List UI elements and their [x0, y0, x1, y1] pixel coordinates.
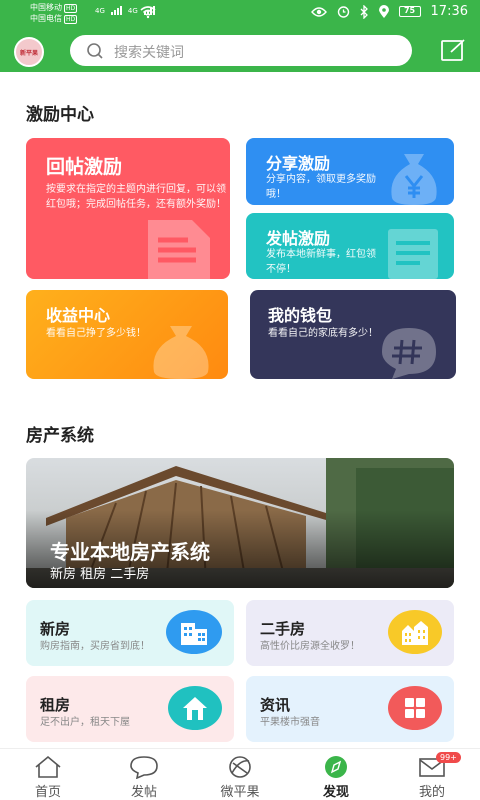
reply-incentive-title: 回帖激励: [46, 156, 123, 178]
chat-bubble-icon: [130, 756, 158, 779]
location-icon: [378, 4, 389, 18]
tab-weipingguo-label: 微平果: [220, 785, 260, 800]
carrier-2: 中国电信: [30, 14, 62, 23]
my-wallet-title: 我的钱包: [268, 306, 333, 325]
new-house-tile[interactable]: 新房 购房指南，买房省到底！: [26, 600, 234, 666]
share-incentive-desc: 分享内容，领取更多奖励哦！: [266, 174, 376, 200]
tab-weipingguo[interactable]: 微平果: [192, 749, 288, 800]
document-icon: [388, 229, 438, 279]
post-incentive-desc: 发布本地新鲜事，红包领不停！: [266, 249, 376, 275]
alarm-icon: [337, 6, 349, 18]
second-hand-desc: 高性价比房源全收罗！: [260, 641, 360, 652]
tab-discover[interactable]: 发现: [288, 749, 384, 800]
new-house-desc: 购房指南，买房省到底！: [40, 641, 150, 652]
bluetooth-icon: [360, 4, 368, 19]
income-center-title: 收益中心: [46, 306, 111, 325]
reply-incentive-desc: 按要求在指定的主题内进行回复，可以领红包哦；完成回帖任务，还有额外奖励！: [46, 184, 226, 210]
tab-post[interactable]: 发帖: [96, 749, 192, 800]
wifi-icon: [140, 6, 156, 19]
news-tile[interactable]: 资讯 平果楼市强音: [246, 676, 454, 742]
new-house-title: 新房: [40, 620, 71, 638]
eye-icon: [310, 6, 327, 17]
tab-home-label: 首页: [34, 785, 61, 800]
banner-title: 专业本地房产系统: [50, 540, 210, 564]
rent-title: 租房: [40, 696, 71, 714]
banner-subtitle: 新房 租房 二手房: [50, 567, 150, 582]
rent-desc: 足不出户，租天下屋: [40, 717, 130, 728]
post-incentive-card[interactable]: 发帖激励 发布本地新鲜事，红包领不停！: [246, 213, 454, 279]
grid-icon: [388, 686, 442, 730]
reply-incentive-card[interactable]: 回帖激励 按要求在指定的主题内进行回复，可以领红包哦；完成回帖任务，还有额外奖励…: [26, 138, 230, 279]
tab-discover-label: 发现: [322, 785, 349, 800]
carrier-1: 中国移动: [30, 3, 62, 12]
hd-badge-2: HD: [64, 15, 78, 24]
top-header: 新平果 搜索关键词: [0, 28, 480, 72]
rent-tile[interactable]: 租房 足不出户，租天下屋: [26, 676, 234, 742]
my-wallet-desc: 看看自己的家底有多少！: [268, 328, 378, 339]
news-title: 资讯: [260, 696, 291, 714]
building-icon: [166, 610, 222, 654]
carrier-info: 中国移动 HD 中国电信 HD: [30, 2, 78, 24]
apartment-icon: [388, 610, 442, 654]
tab-post-label: 发帖: [130, 785, 157, 800]
money-bag-icon: [391, 154, 437, 205]
avatar-text: 新平果: [19, 49, 38, 57]
tab-mine[interactable]: 99+ 我的: [384, 749, 480, 800]
clock: 17:36: [430, 4, 468, 19]
post-incentive-title: 发帖激励: [266, 229, 331, 248]
news-desc: 平果楼市强音: [260, 717, 320, 728]
status-bar: 中国移动 HD 中国电信 HD 4G 4G 75 17:36: [0, 0, 480, 28]
message-badge: 99+: [436, 752, 461, 763]
compose-icon[interactable]: [440, 38, 466, 62]
network-type-1: 4G: [95, 7, 105, 15]
incentive-section-title: 激励中心: [26, 105, 94, 125]
bottom-tab-bar: 首页 发帖 微平果 发现 99+ 我的: [0, 748, 480, 800]
network-type-2: 4G: [127, 7, 138, 15]
tab-home[interactable]: 首页: [0, 749, 96, 800]
my-wallet-card[interactable]: 我的钱包 看看自己的家底有多少！: [250, 290, 456, 379]
tab-mine-label: 我的: [418, 785, 445, 800]
income-center-card[interactable]: 收益中心 看看自己挣了多少钱！: [26, 290, 228, 379]
search-placeholder: 搜索关键词: [114, 45, 184, 61]
search-input[interactable]: 搜索关键词: [70, 35, 412, 66]
property-banner[interactable]: 专业本地房产系统 新房 租房 二手房: [26, 458, 454, 588]
share-incentive-title: 分享激励: [266, 154, 331, 173]
main-content: 激励中心 回帖激励 按要求在指定的主题内进行回复，可以领红包哦；完成回帖任务，还…: [0, 72, 480, 748]
search-icon: [87, 43, 103, 59]
house-icon: [168, 686, 222, 730]
compass-icon: [325, 756, 347, 778]
second-hand-tile[interactable]: 二手房 高性价比房源全收罗！: [246, 600, 454, 666]
income-center-desc: 看看自己挣了多少钱！: [46, 328, 146, 339]
home-icon: [35, 755, 61, 778]
hd-badge-1: HD: [64, 4, 78, 13]
orbit-icon: [229, 756, 251, 778]
second-hand-title: 二手房: [260, 620, 306, 638]
app-logo-avatar[interactable]: 新平果: [14, 37, 44, 67]
battery-indicator: 75: [398, 6, 421, 17]
document-icon: [148, 220, 210, 279]
property-section-title: 房产系统: [26, 426, 94, 446]
share-incentive-card[interactable]: 分享激励 分享内容，领取更多奖励哦！: [246, 138, 454, 205]
